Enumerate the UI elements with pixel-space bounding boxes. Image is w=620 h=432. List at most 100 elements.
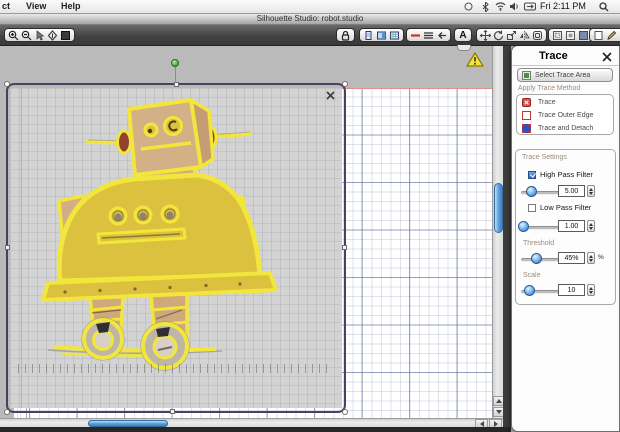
menu-bar: ct View Help Fri 2:11 PM (0, 0, 620, 14)
method-trace[interactable]: Trace (517, 96, 613, 109)
rotate-icon[interactable] (493, 30, 504, 41)
toolbar-group-zoom (4, 28, 75, 42)
selection-handle-left-mid[interactable] (5, 245, 10, 250)
fit-page-icon[interactable] (60, 30, 71, 41)
volume-icon[interactable] (510, 1, 520, 12)
rotation-handle-line (175, 66, 176, 83)
select-trace-area-button[interactable]: Select Trace Area (517, 68, 613, 82)
document-setup-icon[interactable] (363, 30, 374, 41)
threshold-slider-row: 45% % (516, 252, 617, 265)
offset-icon[interactable] (532, 30, 543, 41)
warning-icon[interactable] (466, 52, 484, 72)
scroll-down-button[interactable] (493, 407, 503, 417)
toolbar-group-linestyle (406, 28, 451, 42)
selection-handle-bottom-right[interactable] (342, 409, 348, 415)
panel-divider (512, 65, 619, 66)
scale-stepper[interactable] (587, 284, 595, 296)
menu-item-view[interactable]: View (26, 1, 46, 11)
low-pass-value[interactable]: 1.00 (558, 220, 585, 232)
high-pass-filter-row: High Pass Filter (528, 170, 593, 179)
design-canvas[interactable] (0, 45, 503, 427)
high-pass-slider-row: 5.00 (516, 185, 617, 198)
zoom-out-icon[interactable] (21, 30, 32, 41)
line-weight-icon[interactable] (436, 30, 447, 41)
text-tool-icon[interactable]: A (458, 30, 468, 41)
scale-slider-thumb[interactable] (524, 285, 535, 296)
scroll-up-button[interactable] (493, 396, 503, 406)
method-trace-outer-edge[interactable]: Trace Outer Edge (517, 109, 613, 122)
trace-panel-title: Trace (539, 50, 568, 62)
low-pass-stepper[interactable] (587, 220, 595, 232)
low-pass-filter-row: Low Pass Filter (528, 203, 591, 212)
input-menu-icon[interactable] (524, 1, 536, 12)
line-color-icon[interactable] (410, 30, 421, 41)
grid-panel-icon[interactable] (389, 30, 400, 41)
trace-panel-close-icon[interactable] (601, 51, 612, 62)
low-pass-slider-thumb[interactable] (518, 221, 529, 232)
apply-trace-method-label: Apply Trace Method (518, 85, 581, 92)
window-bottom-edge (0, 427, 511, 432)
vertical-scrollbar-thumb[interactable] (494, 183, 503, 233)
trace-filled-icon[interactable] (578, 30, 589, 41)
bluetooth-icon[interactable] (482, 1, 489, 12)
high-pass-slider-thumb[interactable] (526, 186, 537, 197)
wifi-icon[interactable] (495, 1, 506, 12)
scroll-left-button[interactable] (475, 419, 488, 427)
trace-window-icon[interactable] (552, 30, 563, 41)
threshold-stepper[interactable] (587, 252, 595, 264)
lock-icon[interactable] (340, 30, 351, 41)
trace-panel: Trace Select Trace Area Apply Trace Meth… (511, 45, 620, 432)
trace-outline-icon[interactable] (565, 30, 576, 41)
high-pass-value[interactable]: 5.00 (558, 185, 585, 197)
threshold-label: Threshold (523, 240, 555, 247)
selection-box[interactable] (4, 81, 348, 415)
selection-handle-top-left[interactable] (4, 81, 10, 87)
selection-handle-top-right[interactable] (342, 81, 348, 87)
horizontal-scrollbar-thumb[interactable] (88, 420, 168, 427)
threshold-slider-thumb[interactable] (531, 253, 542, 264)
scale-label: Scale (523, 272, 541, 279)
menu-clock[interactable]: Fri 2:11 PM (540, 1, 586, 11)
scroll-right-button[interactable] (489, 419, 502, 427)
trace-settings-label: Trace Settings (522, 154, 567, 161)
scale-slider-row: 10 (516, 284, 617, 297)
line-style-icon[interactable] (423, 30, 434, 41)
pencil-icon[interactable] (606, 30, 617, 41)
selection-handle-bottom-left[interactable] (4, 409, 10, 415)
mirror-icon[interactable] (519, 30, 530, 41)
image-close-icon[interactable] (325, 90, 336, 101)
high-pass-checkbox[interactable] (528, 170, 536, 179)
move-icon[interactable] (480, 29, 491, 41)
panel-gap (503, 45, 511, 432)
toolbar-group-trace (548, 28, 593, 42)
scale-icon[interactable] (506, 30, 517, 41)
pan-tool-icon[interactable] (47, 29, 58, 41)
window-title-bar[interactable]: Silhouette Studio: robot.studio (0, 14, 620, 25)
toolbar-group-output (589, 28, 620, 42)
selection-handle-right-mid[interactable] (342, 245, 347, 250)
toolbar-collapse-handle[interactable] (457, 45, 471, 51)
scale-value[interactable]: 10 (558, 284, 585, 296)
status-circle-icon[interactable] (464, 1, 473, 12)
high-pass-stepper[interactable] (587, 185, 595, 197)
toolbar-group-lock (336, 28, 355, 42)
trace-area-icon (522, 70, 531, 80)
blank-page-icon[interactable] (593, 30, 604, 41)
menu-item-help[interactable]: Help (61, 1, 81, 11)
menu-item-truncated[interactable]: ct (2, 1, 10, 11)
spotlight-icon[interactable] (599, 1, 609, 12)
threshold-unit: % (598, 254, 604, 261)
rotation-handle[interactable] (171, 59, 179, 67)
trace-method-icon (522, 98, 531, 107)
low-pass-checkbox[interactable] (528, 203, 536, 212)
method-trace-and-detach[interactable]: Trace and Detach (517, 122, 613, 135)
horizontal-scrollbar[interactable] (0, 418, 503, 427)
page-panel-icon[interactable] (376, 30, 387, 41)
selection-handle-bottom-mid[interactable] (170, 409, 175, 414)
low-pass-slider-row: 1.00 (516, 220, 617, 233)
zoom-in-icon[interactable] (8, 30, 19, 41)
threshold-value[interactable]: 45% (558, 252, 585, 264)
vertical-scrollbar[interactable] (492, 45, 503, 418)
select-arrow-icon[interactable] (34, 29, 45, 41)
main-toolbar: A (0, 25, 620, 46)
